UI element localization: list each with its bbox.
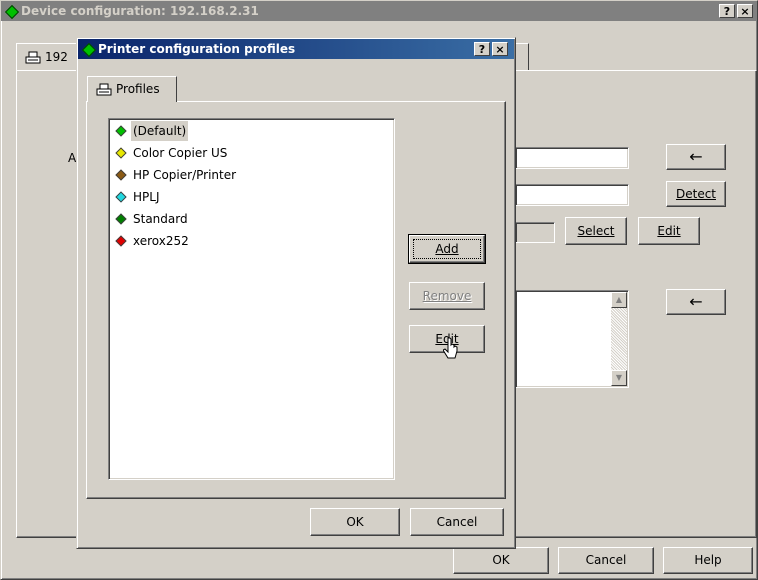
dialog-app-icon — [82, 43, 94, 55]
tab-profiles-label: Profiles — [116, 82, 160, 96]
device-ok-label: OK — [492, 553, 510, 567]
help-title-button[interactable]: ? — [719, 4, 735, 18]
detect-button-label: Detect — [675, 187, 716, 201]
profile-diamond-icon — [115, 169, 127, 181]
profiles-dialog-title: Printer configuration profiles — [98, 42, 296, 56]
device-cancel-label: Cancel — [585, 553, 627, 567]
tab-stub-right — [515, 43, 529, 71]
add-button-label: Add — [435, 242, 459, 256]
tab-profiles[interactable]: Profiles — [87, 76, 177, 102]
select-button-label: Select — [577, 224, 615, 238]
device-config-title: Device configuration: 192.168.2.31 — [21, 4, 259, 18]
close-title-button[interactable]: × — [737, 4, 753, 18]
add-button[interactable]: Add — [408, 234, 486, 264]
profiles-cancel-label: Cancel — [436, 515, 478, 529]
device-config-titlebar[interactable]: Device configuration: 192.168.2.31 ? × — [1, 1, 757, 21]
profile-label: Color Copier US — [133, 146, 228, 160]
profile-label: (Default) — [131, 121, 189, 141]
profile-label: HP Copier/Printer — [133, 168, 237, 182]
profile-diamond-icon — [115, 191, 127, 203]
profiles-cancel-button[interactable]: Cancel — [410, 508, 504, 536]
arrow-button-1[interactable]: ← — [666, 144, 726, 170]
remove-button[interactable]: Remove — [409, 282, 485, 310]
dialog-close-title-button[interactable]: × — [492, 42, 508, 56]
profile-label: Standard — [133, 212, 188, 226]
tab-device-label: 192 — [45, 50, 68, 64]
mouse-cursor-icon — [442, 337, 459, 364]
device-help-button[interactable]: Help — [663, 547, 753, 574]
profile-diamond-icon — [115, 125, 127, 137]
device-cancel-button[interactable]: Cancel — [558, 547, 654, 574]
dialog-help-title-button[interactable]: ? — [474, 42, 490, 56]
profile-label: xerox252 — [133, 234, 189, 248]
profile-listbox[interactable]: (Default) Color Copier US HP Copier/Printe… — [108, 118, 395, 480]
field-label-a: A — [68, 151, 77, 165]
arrow-button-2[interactable]: ← — [666, 289, 726, 315]
arrow-left-icon: ← — [689, 147, 703, 166]
printer-icon — [25, 51, 41, 68]
scroll-down-button[interactable]: ▼ — [611, 370, 627, 386]
detect-button[interactable]: Detect — [666, 181, 726, 207]
device-edit-button-label: Edit — [657, 224, 681, 238]
profiles-titlebar[interactable]: Printer configuration profiles ? × — [78, 39, 514, 59]
profiles-ok-label: OK — [346, 515, 364, 529]
remove-button-label: Remove — [422, 289, 472, 303]
device-listbox[interactable]: ▲ ▼ — [515, 290, 629, 388]
profile-diamond-icon — [115, 213, 127, 225]
arrow-left-icon-2: ← — [689, 292, 703, 311]
device-edit-button[interactable]: Edit — [638, 217, 700, 245]
address-field-1[interactable] — [515, 147, 629, 169]
profiles-panel: (Default) Color Copier US HP Copier/Printe… — [86, 101, 506, 499]
profile-display-field — [515, 222, 555, 243]
profiles-ok-button[interactable]: OK — [310, 508, 400, 536]
profiles-dialog: Printer configuration profiles ? × Profi… — [76, 37, 516, 549]
profile-diamond-icon — [115, 235, 127, 247]
select-button[interactable]: Select — [565, 217, 627, 245]
scroll-up-button[interactable]: ▲ — [611, 292, 627, 308]
device-ok-button[interactable]: OK — [453, 547, 549, 574]
profile-label: HPLJ — [133, 190, 160, 204]
device-help-label: Help — [694, 553, 722, 567]
profile-diamond-icon — [115, 147, 127, 159]
profiles-tab-printer-icon — [96, 83, 112, 100]
app-icon — [5, 5, 17, 17]
address-field-2[interactable] — [515, 184, 629, 206]
